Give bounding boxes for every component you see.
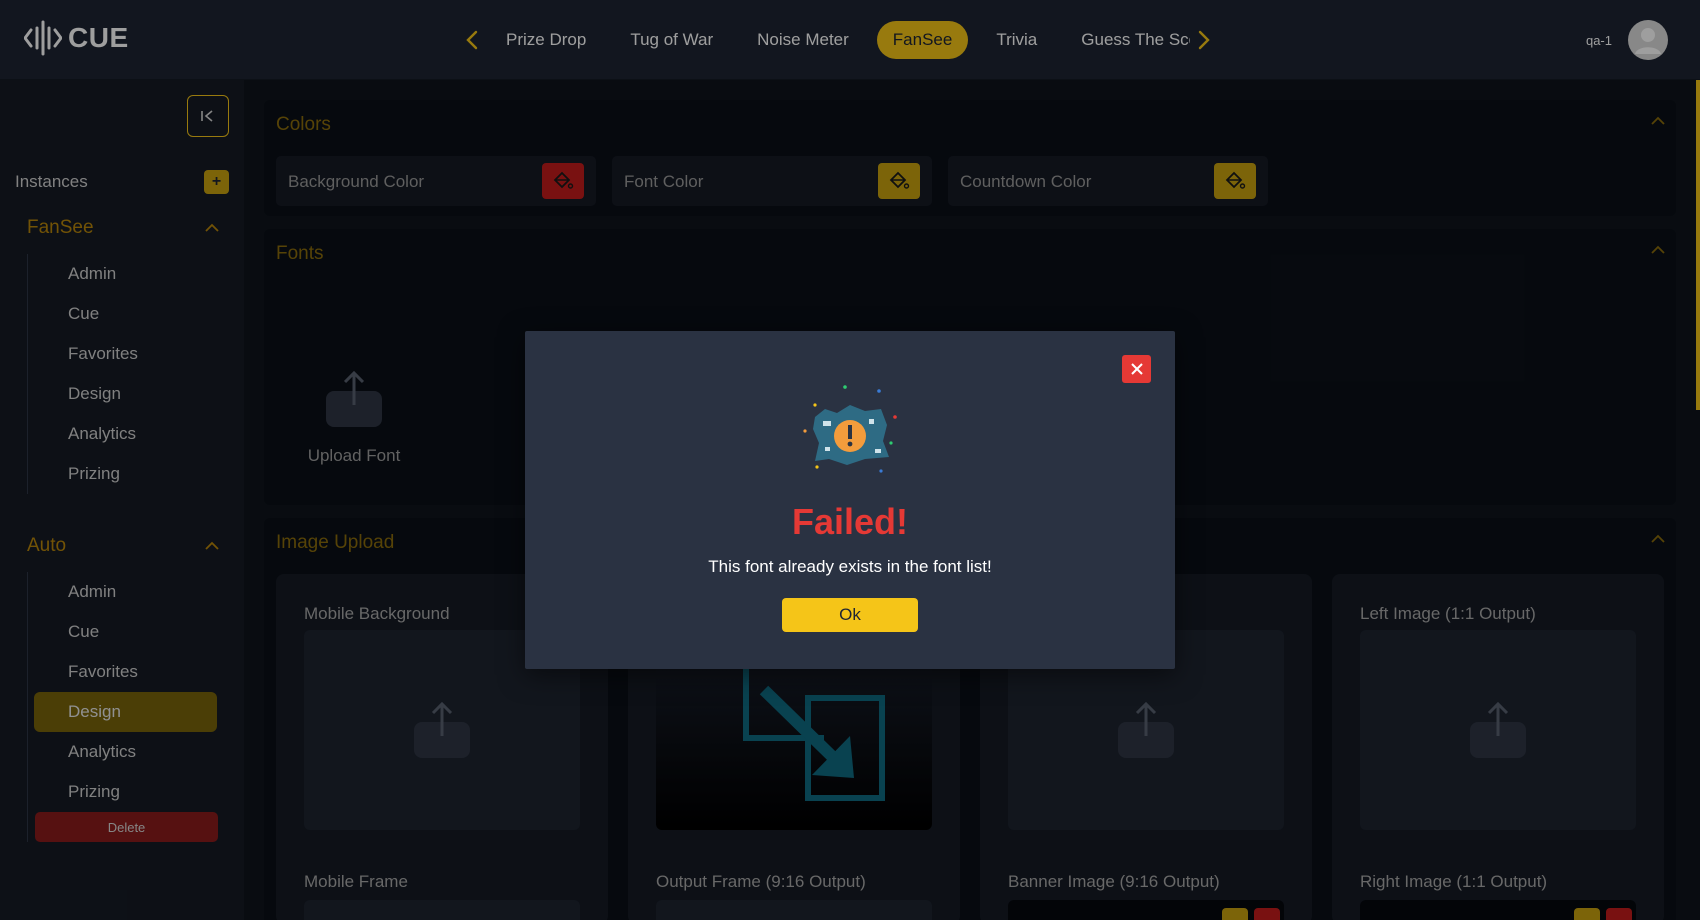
close-icon [1130,363,1143,375]
close-modal-button[interactable] [1122,355,1151,383]
modal-title: Failed! [791,501,908,542]
ok-button[interactable]: Ok [782,598,918,632]
error-modal: Failed! This font already exists in the … [525,331,1175,669]
modal-message: This font already exists in the font lis… [708,557,992,576]
warning-illustration-icon [803,385,897,473]
